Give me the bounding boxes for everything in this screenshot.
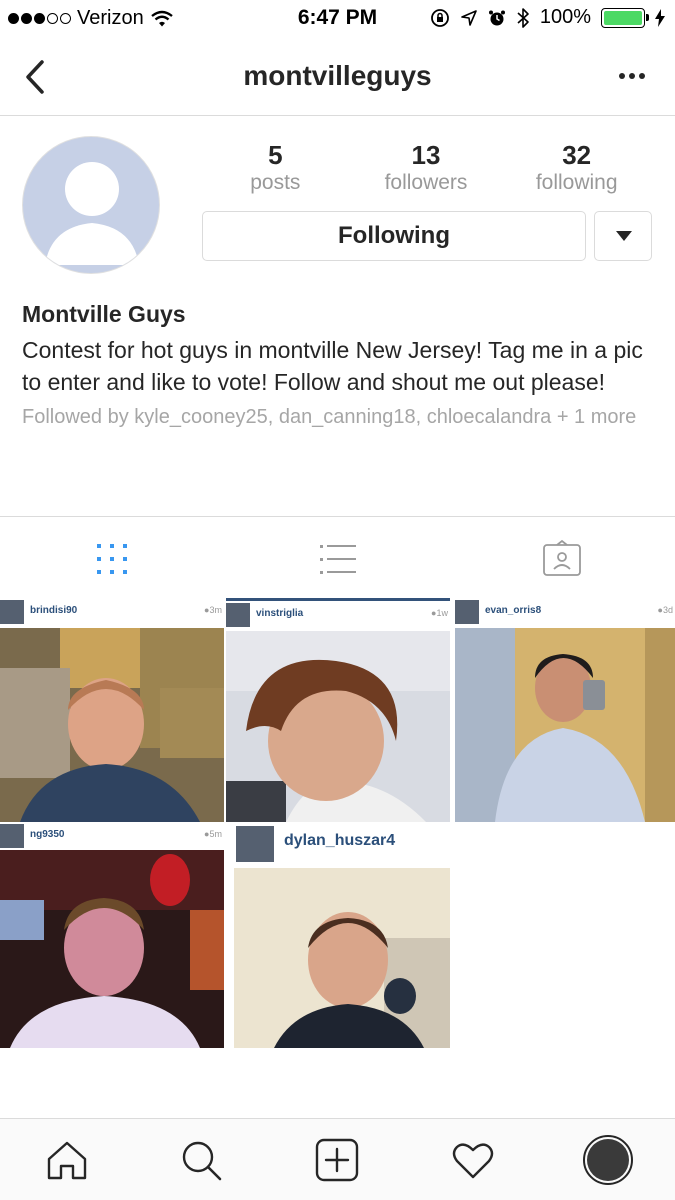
profile-name: Montville Guys <box>22 301 186 327</box>
post-photo <box>0 628 224 822</box>
post-user-avatar <box>236 826 274 862</box>
search-icon[interactable] <box>178 1137 224 1183</box>
orientation-lock-icon <box>430 8 449 27</box>
home-icon[interactable] <box>44 1137 90 1183</box>
stat-label: posts <box>250 171 301 194</box>
profile-avatar <box>22 136 160 274</box>
followed-by-text[interactable]: Followed by kyle_cooney25, dan_canning18… <box>22 404 662 430</box>
tagged-icon[interactable] <box>542 539 582 579</box>
profile-avatar-icon[interactable] <box>583 1135 633 1185</box>
post-user-avatar <box>0 824 24 848</box>
charging-bolt-icon <box>655 8 665 27</box>
stat-label: followers <box>384 171 468 194</box>
more-dots-icon[interactable] <box>617 66 647 86</box>
post-username: brindisi90 <box>30 605 78 616</box>
triangle-down-icon <box>616 231 632 241</box>
own-avatar <box>587 1139 629 1181</box>
stat-value: 13 <box>411 140 441 170</box>
grid-icon[interactable] <box>92 539 132 579</box>
page-title: montvilleguys <box>243 60 432 91</box>
bottom-tab-bar <box>0 1118 675 1200</box>
location-arrow-icon <box>461 9 477 26</box>
post-time: ●1w <box>431 608 448 618</box>
post-header: ng9350 ●5m <box>0 822 224 852</box>
grid-post[interactable]: brindisi90 ●3m <box>0 598 224 822</box>
post-photo <box>226 631 450 822</box>
nav-bar: montvilleguys <box>0 38 675 116</box>
post-username: ng9350 <box>30 829 65 840</box>
stat-following[interactable]: 32 following <box>501 140 652 196</box>
post-user-avatar <box>455 600 479 624</box>
stat-followers[interactable]: 13 followers <box>351 140 502 196</box>
bluetooth-icon <box>517 7 529 28</box>
post-username: evan_orris8 <box>485 605 542 616</box>
grid-post[interactable]: evan_orris8 ●3d <box>455 598 675 822</box>
post-username: dylan_huszar4 <box>284 832 396 849</box>
post-time: ●3m <box>204 605 222 615</box>
alarm-icon <box>488 10 505 25</box>
stat-value: 5 <box>268 140 283 170</box>
grid-post[interactable]: vinstriglia ●1w <box>226 598 450 822</box>
post-photo <box>234 868 450 1048</box>
status-right: 100% <box>430 6 665 29</box>
post-user-avatar <box>0 600 24 624</box>
following-button[interactable]: Following <box>202 211 586 261</box>
post-photo <box>0 850 224 1048</box>
activity-heart-icon[interactable] <box>450 1137 496 1183</box>
profile-tab-bar <box>0 516 675 598</box>
status-bar: Verizon 6:47 PM 100% <box>0 0 675 38</box>
post-username: vinstriglia <box>256 608 304 619</box>
stat-label: following <box>535 171 618 194</box>
post-header: evan_orris8 ●3d <box>455 598 675 628</box>
profile-bio-section: Montville Guys Contest for hot guys in m… <box>22 299 662 430</box>
default-user-icon <box>45 162 139 265</box>
battery-percent: 100% <box>539 6 591 28</box>
grid-post[interactable]: dylan_huszar4 <box>234 822 450 1048</box>
post-header: brindisi90 ●3m <box>0 598 224 628</box>
profile-bio: Contest for hot guys in montville New Je… <box>22 337 643 395</box>
post-header: vinstriglia ●1w <box>226 601 450 631</box>
profile-stats: 5 posts 13 followers 32 following <box>200 140 652 196</box>
stat-posts: 5 posts <box>200 140 351 196</box>
post-time: ●3d <box>657 605 673 615</box>
add-post-icon[interactable] <box>314 1137 360 1183</box>
post-user-avatar <box>226 603 250 627</box>
post-time: ●5m <box>204 829 222 839</box>
suggestions-dropdown-button[interactable] <box>594 211 652 261</box>
post-photo <box>455 628 675 822</box>
stat-value: 32 <box>562 140 592 170</box>
post-header: dylan_huszar4 <box>234 822 450 866</box>
grid-post[interactable]: ng9350 ●5m <box>0 822 224 1048</box>
list-icon[interactable] <box>318 539 358 579</box>
battery-icon <box>601 7 649 28</box>
